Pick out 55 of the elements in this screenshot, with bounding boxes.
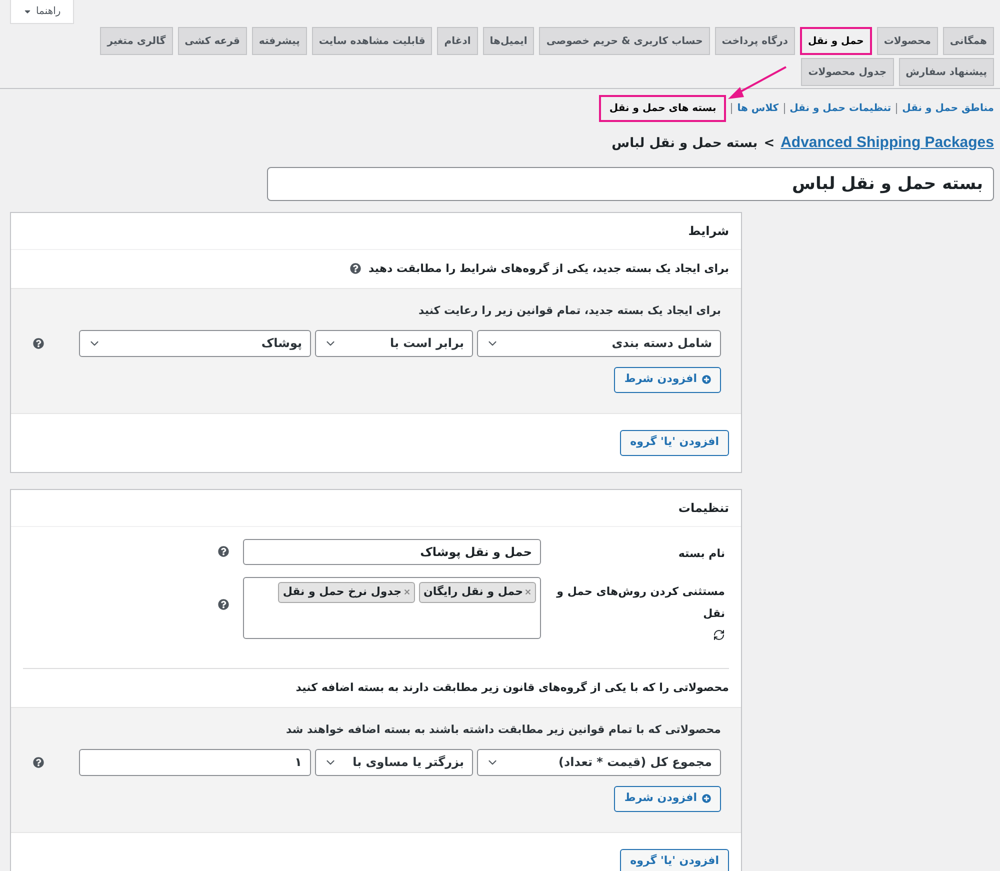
plus-icon <box>702 375 711 384</box>
page-title: بسته حمل و نقل لباس <box>612 134 758 152</box>
subnav-link[interactable]: مناطق حمل و نقل <box>902 101 994 116</box>
subnav-link[interactable]: کلاس ها <box>737 101 779 116</box>
breadcrumb-separator: > <box>764 134 775 152</box>
add-or-group-button[interactable]: افزودن 'یا' گروه <box>620 430 729 456</box>
add-condition-button[interactable]: افزودن شرط <box>614 366 721 392</box>
settings-tab[interactable]: جدول محصولات <box>801 58 894 86</box>
settings-tab[interactable]: قابلیت مشاهده سایت <box>312 27 432 55</box>
settings-tab[interactable]: حساب کاربری & حریم خصوصی <box>539 27 710 55</box>
select-field[interactable]: مجموع کل (قیمت * تعداد) <box>477 748 721 776</box>
title-field[interactable]: بسته حمل و نقل لباس <box>267 166 994 200</box>
add-or-group-button[interactable]: افزودن 'یا' گروه <box>620 848 729 871</box>
subnav-link[interactable]: بسته های حمل و نقل <box>599 95 726 122</box>
subnav-link[interactable]: تنظیمات حمل و نقل <box>790 101 892 116</box>
package-name-field[interactable]: حمل و نقل پوشاک <box>243 538 541 564</box>
plus-icon <box>702 794 711 803</box>
panel-title: شرایط <box>688 224 729 238</box>
remove-icon[interactable] <box>525 589 531 595</box>
settings-tab[interactable]: ایمیل‌ها <box>482 27 534 55</box>
shipping-method-tag[interactable]: حمل و نقل رایگان <box>418 582 536 602</box>
settings-tab[interactable]: پیشنهاد سفارش <box>898 58 994 86</box>
select-field[interactable]: برابر است با <box>315 330 473 356</box>
breadcrumb-link[interactable]: Advanced Shipping Packages <box>780 132 994 154</box>
field-label: نام بسته <box>678 546 725 562</box>
add-condition-button[interactable]: افزودن شرط <box>614 786 721 812</box>
settings-tab[interactable]: پیشرفته <box>252 27 307 55</box>
shipping-methods-field[interactable]: حمل و نقل رایگان جدول نرخ حمل و نقل <box>243 576 541 638</box>
settings-tab[interactable]: محصولات <box>876 27 938 55</box>
settings-tab[interactable]: همگانی <box>942 27 994 55</box>
panel-title: تنظیمات <box>678 500 729 514</box>
refresh-icon[interactable] <box>713 628 725 640</box>
help-icon[interactable] <box>33 756 44 768</box>
pointer-arrow <box>728 66 787 99</box>
group-intro: محصولاتی که با تمام قوانین زیر مطابقت داشته باشند به بسته اضافه خواهند شد <box>284 722 721 738</box>
help-icon[interactable] <box>218 546 229 556</box>
group-intro: برای ایجاد یک بسته جدید، تمام قوانین زیر را رعایت کنید <box>417 303 721 319</box>
settings-tab[interactable]: گالری متغیر <box>100 27 173 55</box>
field-label: مستثنی کردن روش‌های حمل و نقل <box>555 584 725 622</box>
select-field[interactable]: پوشاک <box>79 330 311 356</box>
conditions-description: برای ایجاد یک بسته جدید، یکی از گروه‌های شرایط را مطابقت دهید <box>368 260 729 277</box>
settings-tab[interactable]: قرعه کشی <box>178 27 247 55</box>
shipping-method-tag[interactable]: جدول نرخ حمل و نقل <box>278 582 415 602</box>
select-field[interactable]: بزرگتر یا مساوی با <box>315 748 473 776</box>
select-field[interactable]: شامل دسته بندی <box>477 330 721 356</box>
products-description: محصولاتی را که با یکی از گروه‌های قانون زیر مطابقت دارند به بسته اضافه کنید <box>296 680 729 694</box>
help-icon[interactable] <box>33 338 44 348</box>
settings-tab[interactable]: ادغام <box>437 27 478 55</box>
settings-tab[interactable]: حمل و نقل <box>800 27 872 55</box>
help-icon[interactable] <box>350 263 361 274</box>
input-field[interactable]: ۱ <box>79 748 311 776</box>
help-icon[interactable] <box>218 598 229 610</box>
help-button[interactable]: راهنما <box>10 0 74 24</box>
remove-icon[interactable] <box>404 589 410 595</box>
settings-tab[interactable]: درگاه پرداخت <box>714 27 795 55</box>
